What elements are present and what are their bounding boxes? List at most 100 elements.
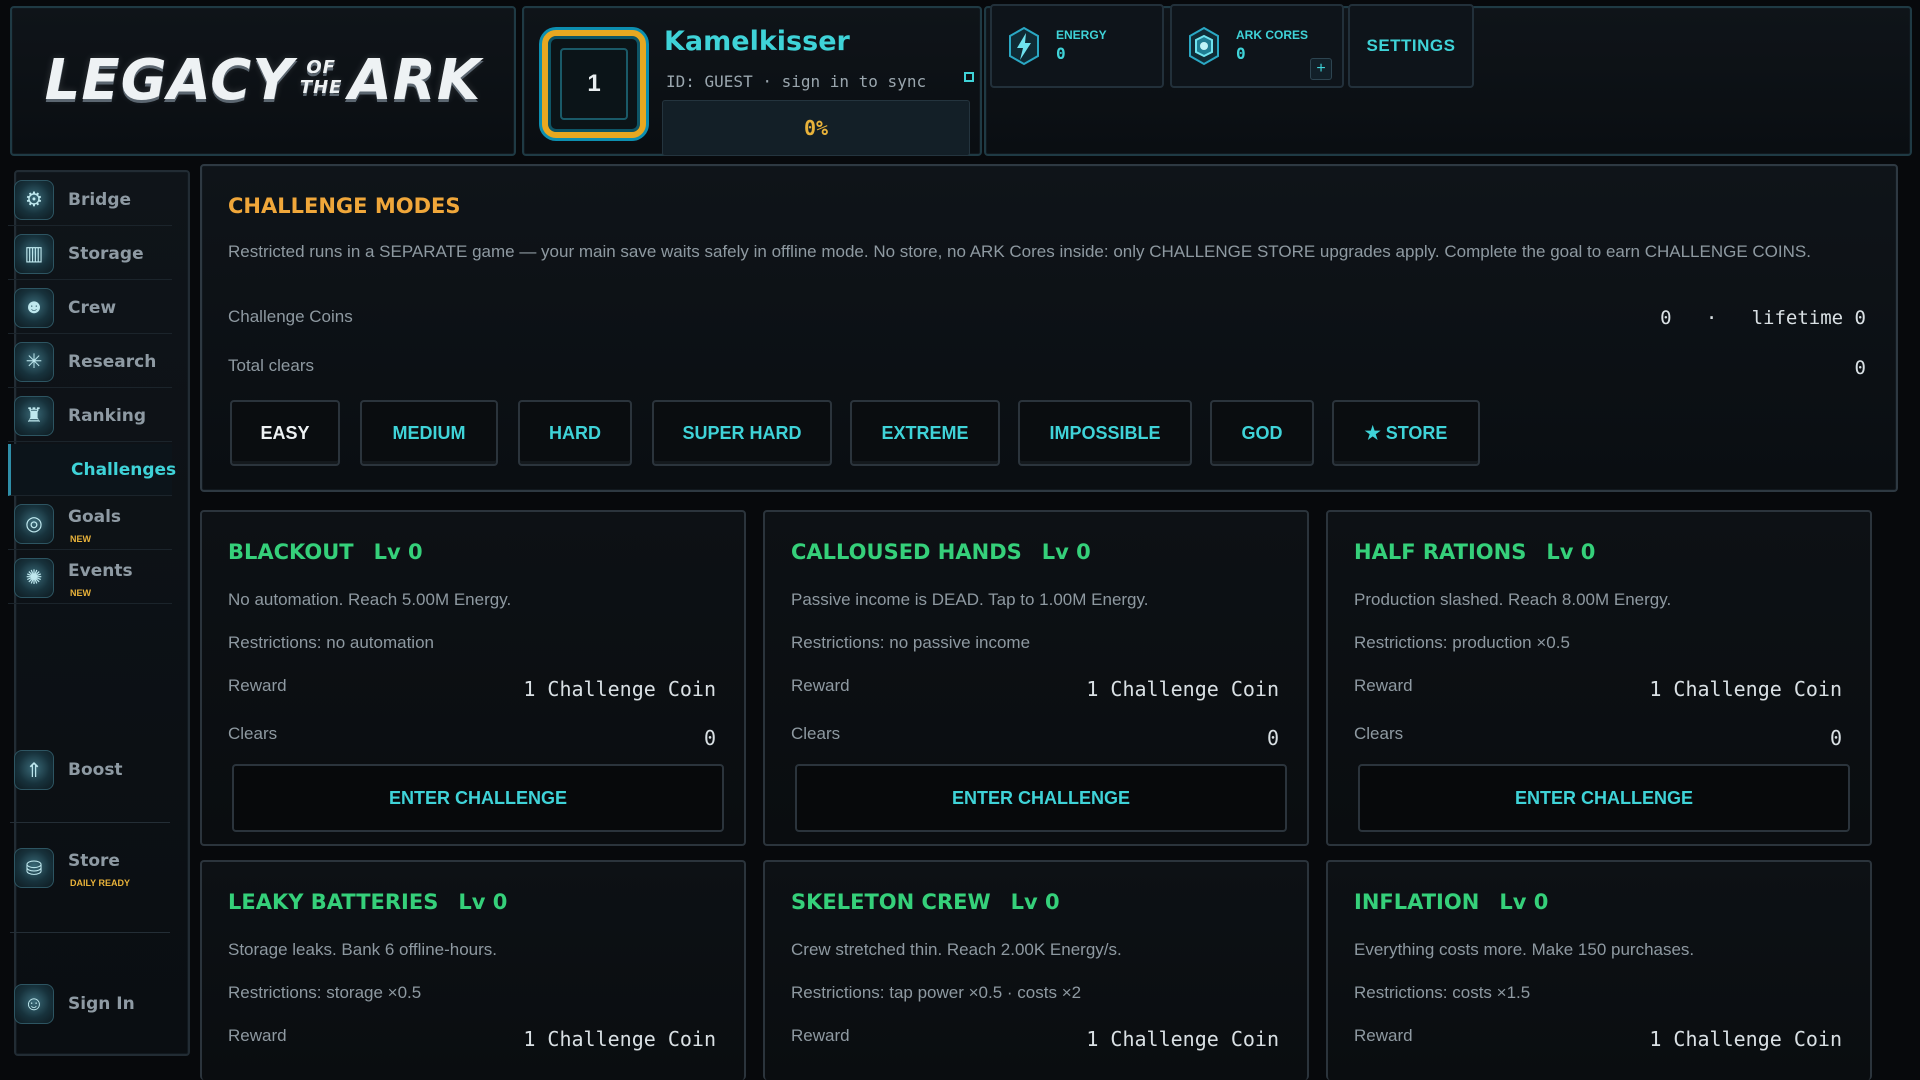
ark-cores-display[interactable]: ARK CORES 0 +: [1170, 4, 1344, 88]
clears-label: Clears: [228, 724, 278, 743]
clears-value: 0: [703, 726, 716, 750]
sidebar-item-events[interactable]: ✺ Events NEW: [8, 552, 172, 604]
energy-display[interactable]: ENERGY 0: [990, 4, 1164, 88]
clears-label: Clears: [791, 724, 841, 743]
energy-label: ENERGY: [1056, 28, 1107, 42]
challenge-description: Production slashed. Reach 8.00M Energy.: [1354, 590, 1672, 609]
challenge-level: Lv 0: [1499, 890, 1549, 914]
challenge-card-calloused-hands: CALLOUSED HANDS Lv 0 Passive income is DE…: [763, 510, 1309, 846]
clears-value: 0: [1829, 726, 1842, 750]
page-title: CHALLENGE MODES: [228, 194, 461, 218]
hex-core-icon: [1189, 26, 1219, 66]
tab-easy[interactable]: EASY: [230, 400, 340, 466]
reward-label: Reward: [791, 1026, 850, 1045]
reward-value: 1 Challenge Coin: [1649, 1027, 1842, 1051]
enter-challenge-button[interactable]: ENTER CHALLENGE: [1358, 764, 1850, 832]
ark-cores-value: 0: [1236, 44, 1246, 63]
events-icon: ✺: [14, 557, 54, 598]
sidebar-item-ranking[interactable]: ♜ Ranking: [8, 390, 172, 442]
total-clears-label: Total clears: [228, 356, 314, 375]
lightning-icon: [1009, 26, 1039, 66]
ranking-icon: ♜: [14, 395, 54, 436]
total-clears-value: 0: [1854, 357, 1866, 379]
player-id: ID: GUEST · sign in to sync: [666, 72, 927, 91]
energy-value: 0: [1056, 44, 1066, 63]
reward-label: Reward: [228, 1026, 287, 1045]
tab-medium[interactable]: MEDIUM: [360, 400, 498, 466]
tab-impossible[interactable]: IMPOSSIBLE: [1018, 400, 1192, 466]
store-icon: ⛁: [14, 848, 54, 888]
challenge-level: Lv 0: [1546, 540, 1596, 564]
clears-label: Clears: [1354, 724, 1404, 743]
player-name: Kamelkisser: [664, 26, 850, 57]
challenge-title: SKELETON CREW Lv 0: [791, 890, 1060, 914]
reward-label: Reward: [1354, 676, 1413, 695]
storage-icon: ▥: [14, 233, 54, 274]
challenge-description: Everything costs more. Make 150 purchase…: [1354, 940, 1695, 959]
challenge-title: LEAKY BATTERIES Lv 0: [228, 890, 508, 914]
sidebar-divider: [10, 822, 170, 823]
sync-icon[interactable]: [964, 72, 974, 82]
challenge-title: CALLOUSED HANDS Lv 0: [791, 540, 1091, 564]
sidebar-item-storage[interactable]: ▥ Storage: [8, 228, 172, 280]
bridge-icon: ⚙: [14, 179, 54, 220]
sidebar-item-label: Sign In: [68, 994, 135, 1014]
challenge-level: Lv 0: [1041, 540, 1091, 564]
sidebar-item-label: Events: [68, 560, 133, 581]
challenge-level: Lv 0: [373, 540, 423, 564]
sidebar-item-crew[interactable]: ☻ Crew: [8, 282, 172, 334]
sign-in-icon: ☺: [14, 984, 54, 1024]
settings-button[interactable]: SETTINGS: [1348, 4, 1474, 88]
challenge-card-skeleton-crew: SKELETON CREW Lv 0 Crew stretched thin. R…: [763, 860, 1309, 1080]
sidebar-item-label: Crew: [68, 297, 117, 318]
sidebar-item-sign-in[interactable]: ☺ Sign In: [8, 978, 172, 1030]
challenge-card-leaky-batteries: LEAKY BATTERIES Lv 0 Storage leaks. Bank …: [200, 860, 746, 1080]
challenge-card-inflation: INFLATION Lv 0 Everything costs more. Mak…: [1326, 860, 1872, 1080]
challenge-level: Lv 0: [458, 890, 508, 914]
tab-extreme[interactable]: EXTREME: [850, 400, 1000, 466]
reward-value: 1 Challenge Coin: [1649, 677, 1842, 701]
challenge-title: HALF RATIONS Lv 0: [1354, 540, 1596, 564]
challenge-title: BLACKOUT Lv 0: [228, 540, 423, 564]
tab-hard[interactable]: HARD: [518, 400, 632, 466]
tab-super-hard[interactable]: SUPER HARD: [652, 400, 832, 466]
tab-store[interactable]: ★ STORE: [1332, 400, 1480, 466]
sidebar-item-challenges[interactable]: Challenges: [8, 444, 176, 496]
reward-label: Reward: [1354, 1026, 1413, 1045]
challenge-modes-description: Restricted runs in a SEPARATE game — you…: [228, 242, 1811, 261]
reward-value: 1 Challenge Coin: [1086, 1027, 1279, 1051]
player-panel: 1 Kamelkisser ID: GUEST · sign in to syn…: [522, 6, 982, 156]
sidebar-item-label: Boost: [68, 760, 123, 780]
tab-god[interactable]: GOD: [1210, 400, 1314, 466]
challenge-description: Crew stretched thin. Reach 2.00K Energy/…: [791, 940, 1122, 959]
sidebar-item-label: Research: [68, 351, 157, 372]
goals-icon: ◎: [14, 503, 54, 544]
player-level-badge[interactable]: 1: [542, 30, 646, 138]
sidebar-item-label: Challenges: [71, 459, 177, 480]
sidebar-item-goals[interactable]: ◎ Goals NEW: [8, 498, 172, 550]
add-cores-button[interactable]: +: [1310, 58, 1332, 80]
challenge-coins-label: Challenge Coins: [228, 307, 353, 326]
reward-label: Reward: [791, 676, 850, 695]
reward-value: 1 Challenge Coin: [523, 677, 716, 701]
sidebar-item-label: Bridge: [68, 189, 132, 210]
logo-panel: LEGACY OF THE ARK: [10, 6, 516, 156]
daily-ready-badge: DAILY READY: [70, 878, 131, 888]
challenge-modes-panel: CHALLENGE MODES Restricted runs in a SEP…: [200, 164, 1898, 492]
sidebar-item-research[interactable]: ✳ Research: [8, 336, 172, 388]
sidebar-item-boost[interactable]: ⇑ Boost: [8, 744, 172, 796]
enter-challenge-button[interactable]: ENTER CHALLENGE: [795, 764, 1287, 832]
sidebar-item-store[interactable]: ⛁ Store DAILY READY: [8, 842, 172, 894]
sidebar-item-label: Storage: [68, 243, 144, 264]
sidebar-divider: [10, 932, 170, 933]
new-badge: NEW: [70, 588, 91, 598]
challenge-restrictions: Restrictions: costs ×1.5: [1354, 983, 1531, 1002]
new-badge: NEW: [70, 534, 91, 544]
challenge-restrictions: Restrictions: production ×0.5: [1354, 633, 1570, 652]
sidebar-item-bridge[interactable]: ⚙ Bridge: [8, 174, 172, 226]
game-logo: LEGACY OF THE ARK: [44, 48, 482, 113]
sidebar-item-label: Goals: [68, 506, 122, 527]
enter-challenge-button[interactable]: ENTER CHALLENGE: [232, 764, 724, 832]
research-icon: ✳: [14, 341, 54, 382]
challenge-restrictions: Restrictions: tap power ×0.5 · costs ×2: [791, 983, 1082, 1002]
